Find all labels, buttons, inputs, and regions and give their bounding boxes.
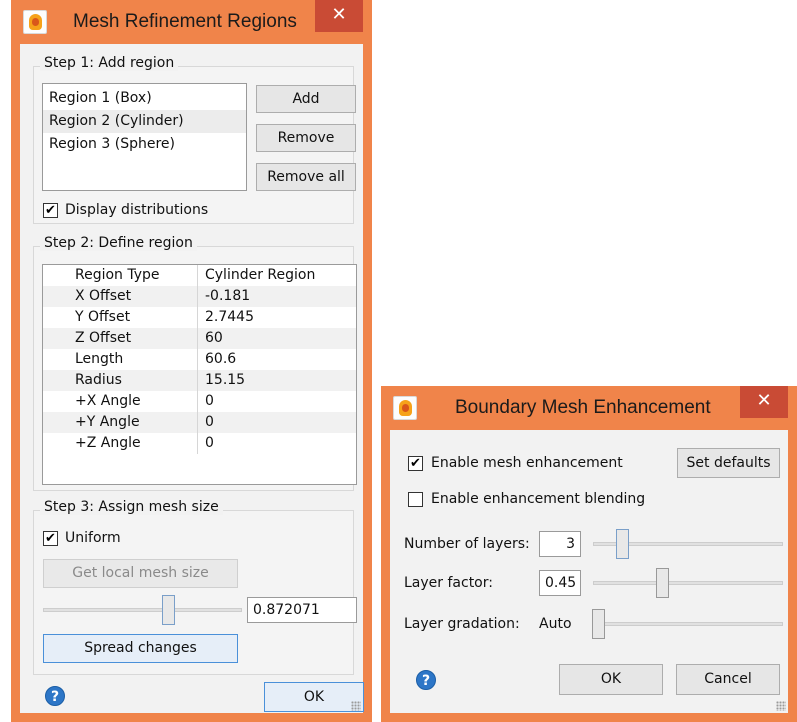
mesh-size-input[interactable]: 0.872071: [247, 597, 357, 623]
property-name: +Y Angle: [75, 414, 140, 430]
step2-title: Step 2: Define region: [40, 235, 197, 251]
number-of-layers-slider-handle[interactable]: [616, 529, 629, 559]
property-value: 0: [205, 393, 214, 409]
table-row[interactable]: X Offset -0.181: [43, 286, 356, 307]
property-value: 15.15: [205, 372, 246, 388]
layer-factor-input[interactable]: 0.45: [539, 570, 581, 596]
mesh-size-slider-track[interactable]: [43, 608, 242, 612]
region-properties-table[interactable]: Region Type Cylinder Region X Offset -0.…: [42, 264, 357, 485]
step3-title: Step 3: Assign mesh size: [40, 499, 223, 515]
step1-title: Step 1: Add region: [40, 55, 179, 71]
property-name: +X Angle: [75, 393, 141, 409]
enable-mesh-enhancement-label: Enable mesh enhancement: [431, 455, 623, 471]
boundary-dialog-title: Boundary Mesh Enhancement: [455, 397, 711, 418]
table-row[interactable]: +Z Angle 0: [43, 433, 356, 454]
boundary-dialog-close-button[interactable]: ✕: [740, 386, 788, 418]
layer-gradation-slider-handle[interactable]: [592, 609, 605, 639]
mesh-dialog-titlebar[interactable]: Mesh Refinement Regions ✕: [11, 0, 372, 44]
layer-factor-slider-track[interactable]: [593, 581, 783, 585]
property-name: Y Offset: [75, 309, 131, 325]
layer-gradation-slider-track[interactable]: [593, 622, 783, 626]
help-icon[interactable]: ?: [416, 670, 436, 690]
number-of-layers-label: Number of layers:: [404, 536, 530, 552]
table-row[interactable]: Z Offset 60: [43, 328, 356, 349]
mesh-dialog-title: Mesh Refinement Regions: [73, 11, 297, 32]
layer-gradation-value: Auto: [539, 616, 572, 632]
table-row[interactable]: +Y Angle 0: [43, 412, 356, 433]
help-icon[interactable]: ?: [45, 686, 65, 706]
display-distributions-checkbox[interactable]: ✔: [43, 203, 58, 218]
mesh-dialog-body: Step 1: Add region Region 1 (Box) Region…: [20, 44, 364, 713]
resize-grip-icon[interactable]: [351, 701, 361, 711]
property-value: 2.7445: [205, 309, 254, 325]
add-region-button[interactable]: Add: [256, 85, 356, 113]
property-value: -0.181: [205, 288, 251, 304]
number-of-layers-input[interactable]: 3: [539, 531, 581, 557]
app-logo-icon: [23, 10, 47, 34]
set-defaults-button[interactable]: Set defaults: [677, 448, 780, 478]
uniform-checkbox[interactable]: ✔: [43, 531, 58, 546]
mesh-ok-button[interactable]: OK: [264, 682, 364, 712]
region-list-item-2[interactable]: Region 2 (Cylinder): [43, 110, 246, 133]
table-row[interactable]: Y Offset 2.7445: [43, 307, 356, 328]
property-name: Length: [75, 351, 124, 367]
spread-changes-button[interactable]: Spread changes: [43, 634, 238, 663]
remove-region-button[interactable]: Remove: [256, 124, 356, 152]
property-name: X Offset: [75, 288, 132, 304]
table-row[interactable]: Length 60.6: [43, 349, 356, 370]
table-row[interactable]: Region Type Cylinder Region: [43, 265, 356, 286]
property-value: Cylinder Region: [205, 267, 316, 283]
property-value: 60.6: [205, 351, 237, 367]
enable-mesh-enhancement-checkbox[interactable]: ✔: [408, 456, 423, 471]
property-name: Z Offset: [75, 330, 132, 346]
display-distributions-label: Display distributions: [65, 202, 209, 218]
boundary-ok-button[interactable]: OK: [559, 664, 663, 695]
app-logo-icon: [393, 396, 417, 420]
mesh-dialog-close-button[interactable]: ✕: [315, 0, 363, 32]
resize-grip-icon[interactable]: [776, 701, 786, 711]
boundary-dialog-body: ✔ Enable mesh enhancement Set defaults E…: [390, 430, 788, 713]
property-name: Radius: [75, 372, 122, 388]
region-list-item-3[interactable]: Region 3 (Sphere): [43, 133, 246, 156]
remove-all-regions-button[interactable]: Remove all: [256, 163, 356, 191]
mesh-size-slider-handle[interactable]: [162, 595, 175, 625]
layer-gradation-label: Layer gradation:: [404, 616, 520, 632]
get-local-mesh-size-button[interactable]: Get local mesh size: [43, 559, 238, 588]
uniform-label: Uniform: [65, 530, 121, 546]
property-name: +Z Angle: [75, 435, 141, 451]
property-value: 60: [205, 330, 223, 346]
layer-factor-slider-handle[interactable]: [656, 568, 669, 598]
property-name: Region Type: [75, 267, 160, 283]
property-value: 0: [205, 435, 214, 451]
region-list-item-1[interactable]: Region 1 (Box): [43, 87, 246, 110]
mesh-refinement-dialog: Mesh Refinement Regions ✕ Step 1: Add re…: [11, 0, 372, 722]
boundary-cancel-button[interactable]: Cancel: [676, 664, 780, 695]
boundary-mesh-dialog: Boundary Mesh Enhancement ✕ ✔ Enable mes…: [381, 386, 797, 722]
property-value: 0: [205, 414, 214, 430]
boundary-dialog-titlebar[interactable]: Boundary Mesh Enhancement ✕: [381, 386, 797, 430]
enable-enhancement-blending-checkbox[interactable]: [408, 492, 423, 507]
layer-factor-label: Layer factor:: [404, 575, 493, 591]
enable-enhancement-blending-label: Enable enhancement blending: [431, 491, 646, 507]
region-list[interactable]: Region 1 (Box) Region 2 (Cylinder) Regio…: [42, 83, 247, 191]
table-row[interactable]: +X Angle 0: [43, 391, 356, 412]
table-row[interactable]: Radius 15.15: [43, 370, 356, 391]
